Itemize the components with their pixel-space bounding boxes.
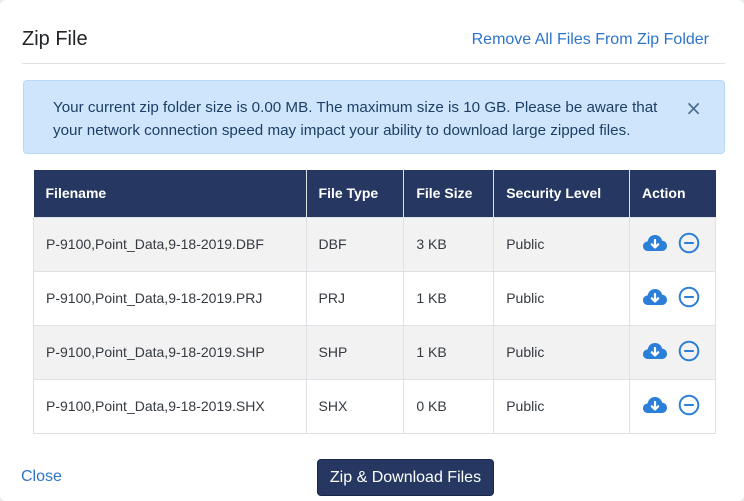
table-row: P-9100,Point_Data,9-18-2019.PRJ PRJ 1 KB… [33, 270, 717, 326]
filename-cell: P-9100,Point_Data,9-18-2019.DBF [33, 216, 307, 272]
file-size-cell: 1 KB [403, 270, 495, 326]
cloud-download-icon[interactable] [642, 395, 668, 418]
table-header-row: Filename File Type File Size Security Le… [33, 170, 716, 217]
alert-close-icon[interactable]: × [685, 96, 702, 120]
filename-cell: P-9100,Point_Data,9-18-2019.SHP [33, 324, 307, 380]
filename-cell: P-9100,Point_Data,9-18-2019.PRJ [33, 270, 307, 326]
table-row: P-9100,Point_Data,9-18-2019.DBF DBF 3 KB… [33, 216, 717, 272]
table-row: P-9100,Point_Data,9-18-2019.SHP SHP 1 KB… [33, 324, 717, 380]
security-level-cell: Public [493, 270, 630, 326]
remove-all-files-link[interactable]: Remove All Files From Zip Folder [472, 31, 709, 49]
zip-file-modal: Zip File Remove All Files From Zip Folde… [0, 0, 744, 501]
action-cell [628, 324, 717, 380]
action-cell [628, 216, 717, 272]
column-header-action: Action [629, 170, 716, 217]
file-size-cell: 1 KB [403, 324, 495, 380]
remove-circle-icon[interactable] [678, 232, 700, 257]
file-type-cell: SHX [305, 378, 405, 434]
remove-circle-icon[interactable] [678, 340, 700, 365]
security-level-cell: Public [493, 324, 630, 380]
column-header-file-type: File Type [306, 170, 405, 217]
column-header-security-level: Security Level [493, 170, 630, 217]
file-type-cell: SHP [305, 324, 405, 380]
info-alert: Your current zip folder size is 0.00 MB.… [23, 80, 725, 154]
table-row: P-9100,Point_Data,9-18-2019.SHX SHX 0 KB… [33, 378, 717, 434]
security-level-cell: Public [493, 216, 630, 272]
file-size-cell: 3 KB [403, 216, 495, 272]
action-cell [628, 270, 717, 326]
modal-title: Zip File [22, 28, 88, 50]
file-type-cell: DBF [305, 216, 405, 272]
cloud-download-icon[interactable] [642, 287, 668, 310]
remove-circle-icon[interactable] [678, 394, 700, 419]
remove-circle-icon[interactable] [678, 286, 700, 311]
file-type-cell: PRJ [305, 270, 405, 326]
modal-header: Zip File Remove All Files From Zip Folde… [22, 0, 725, 64]
cloud-download-icon[interactable] [642, 233, 668, 256]
close-link[interactable]: Close [21, 468, 62, 486]
zip-and-download-button[interactable]: Zip & Download Files [317, 459, 494, 496]
cloud-download-icon[interactable] [642, 341, 668, 364]
file-size-cell: 0 KB [403, 378, 495, 434]
action-cell [628, 378, 717, 434]
column-header-filename: Filename [33, 170, 307, 217]
security-level-cell: Public [493, 378, 630, 434]
column-header-file-size: File Size [403, 170, 495, 217]
filename-cell: P-9100,Point_Data,9-18-2019.SHX [33, 378, 307, 434]
files-table: Filename File Type File Size Security Le… [33, 170, 717, 434]
alert-message: Your current zip folder size is 0.00 MB.… [53, 99, 658, 139]
